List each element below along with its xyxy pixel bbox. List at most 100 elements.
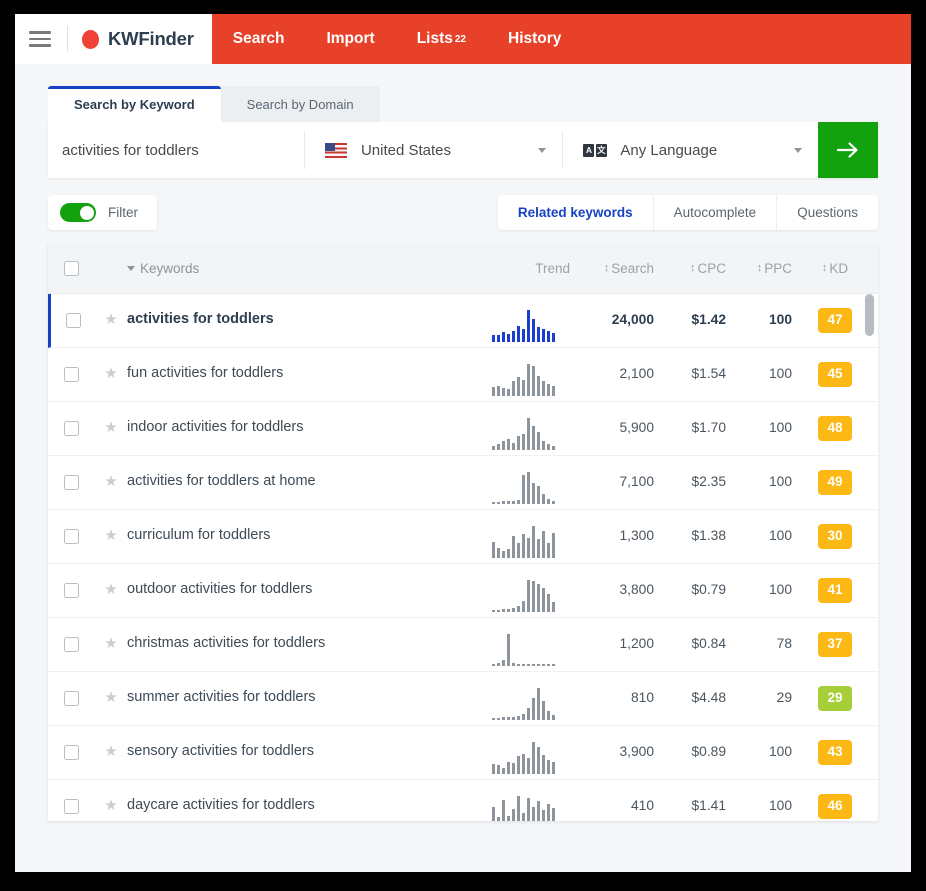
table-row[interactable]: ★ daycare activities for toddlers 410 $1.41… bbox=[48, 780, 878, 821]
row-checkbox-cell bbox=[48, 780, 95, 814]
chevron-down-icon bbox=[538, 147, 547, 153]
table-row[interactable]: ★ outdoor activities for toddlers 3,800 $0.… bbox=[48, 564, 878, 618]
row-checkbox[interactable] bbox=[65, 313, 81, 328]
header-kd[interactable]: ↕ KD bbox=[792, 261, 878, 276]
star-icon[interactable]: ★ bbox=[104, 744, 117, 759]
header-keywords[interactable]: Keywords bbox=[127, 261, 484, 276]
trend-sparkline bbox=[492, 578, 555, 612]
nav-item-search[interactable]: Search bbox=[212, 14, 306, 64]
table-scrollbar[interactable] bbox=[865, 294, 874, 821]
trend-sparkline bbox=[492, 794, 555, 821]
row-checkbox[interactable] bbox=[64, 583, 79, 598]
star-icon[interactable]: ★ bbox=[104, 366, 117, 381]
keyword-input[interactable] bbox=[48, 122, 304, 178]
row-favorite-cell: ★ bbox=[95, 726, 127, 759]
row-checkbox[interactable] bbox=[64, 691, 79, 706]
tab-search-by-domain[interactable]: Search by Domain bbox=[220, 86, 380, 122]
table-scrollbar-thumb[interactable] bbox=[865, 294, 874, 336]
table-row[interactable]: ★ fun activities for toddlers 2,100 $1.54 10… bbox=[48, 348, 878, 402]
search-volume: 810 bbox=[630, 690, 654, 705]
trend-sparkline bbox=[492, 524, 555, 558]
cpc-value: $0.89 bbox=[691, 744, 726, 759]
brand-name: KWFinder bbox=[108, 28, 194, 49]
table-row[interactable]: ★ indoor activities for toddlers 5,900 $1.7… bbox=[48, 402, 878, 456]
star-icon[interactable]: ★ bbox=[104, 582, 117, 597]
hamburger-icon[interactable] bbox=[29, 31, 51, 47]
row-checkbox[interactable] bbox=[64, 367, 79, 382]
table-row[interactable]: ★ sensory activities for toddlers 3,900 $0.… bbox=[48, 726, 878, 780]
ppc-value: 100 bbox=[768, 474, 792, 489]
us-flag-icon bbox=[324, 142, 347, 158]
kd-badge: 49 bbox=[818, 470, 852, 495]
trend-sparkline bbox=[492, 362, 555, 396]
nav-item-history-label: History bbox=[508, 30, 562, 47]
search-submit-button[interactable] bbox=[817, 122, 878, 178]
row-checkbox[interactable] bbox=[64, 421, 79, 436]
header-cpc[interactable]: ↕ CPC bbox=[654, 261, 726, 276]
kd-badge: 48 bbox=[818, 416, 852, 441]
ppc-value: 100 bbox=[768, 420, 792, 435]
row-checkbox[interactable] bbox=[64, 799, 79, 814]
filter-toggle-switch[interactable] bbox=[60, 203, 96, 222]
sort-desc-icon bbox=[127, 266, 135, 271]
cpc-value: $1.38 bbox=[691, 528, 726, 543]
star-icon[interactable]: ★ bbox=[104, 690, 117, 705]
cpc-value: $0.84 bbox=[691, 636, 726, 651]
star-icon[interactable]: ★ bbox=[104, 312, 117, 327]
star-icon[interactable]: ★ bbox=[104, 636, 117, 651]
language-select[interactable]: A文 Any Language bbox=[563, 122, 818, 178]
location-select[interactable]: United States bbox=[305, 122, 562, 178]
nav-item-import-label: Import bbox=[326, 30, 375, 47]
trend-sparkline bbox=[492, 632, 555, 666]
search-panel: Search by Keyword Search by Domain Unite… bbox=[15, 64, 911, 821]
star-icon[interactable]: ★ bbox=[104, 528, 117, 543]
select-all-checkbox[interactable] bbox=[64, 261, 79, 276]
header-keywords-label: Keywords bbox=[140, 261, 200, 276]
star-icon[interactable]: ★ bbox=[104, 474, 117, 489]
table-row[interactable]: ★ curriculum for toddlers 1,300 $1.38 100 30 bbox=[48, 510, 878, 564]
cpc-value: $1.42 bbox=[691, 312, 726, 327]
tab-related-keywords[interactable]: Related keywords bbox=[498, 195, 653, 230]
table-row[interactable]: ★ summer activities for toddlers 810 $4.48 2… bbox=[48, 672, 878, 726]
table-row[interactable]: ★ activities for toddlers at home 7,100 $2.… bbox=[48, 456, 878, 510]
header-ppc[interactable]: ↕ PPC bbox=[726, 261, 792, 276]
table-row[interactable]: ★ activities for toddlers 24,000 $1.42 100 47 bbox=[48, 294, 878, 348]
nav-item-import[interactable]: Import bbox=[305, 14, 395, 64]
row-checkbox[interactable] bbox=[64, 529, 79, 544]
nav-item-history[interactable]: History bbox=[487, 14, 582, 64]
cpc-value: $0.79 bbox=[691, 582, 726, 597]
row-checkbox[interactable] bbox=[64, 745, 79, 760]
tab-autocomplete[interactable]: Autocomplete bbox=[652, 195, 777, 230]
tab-questions[interactable]: Questions bbox=[776, 195, 878, 230]
ppc-value: 100 bbox=[768, 312, 792, 327]
row-checkbox-cell bbox=[48, 456, 95, 490]
search-volume: 2,100 bbox=[619, 366, 654, 381]
filter-toggle[interactable]: Filter bbox=[48, 195, 157, 230]
kd-badge: 29 bbox=[818, 686, 852, 711]
sort-icon-cpc: ↕ bbox=[689, 262, 696, 274]
location-value: United States bbox=[360, 141, 452, 159]
row-checkbox-cell bbox=[48, 402, 95, 436]
select-all-cell bbox=[48, 261, 95, 276]
header-search-label: Search bbox=[611, 261, 654, 276]
row-checkbox-cell bbox=[51, 294, 95, 328]
star-icon[interactable]: ★ bbox=[104, 420, 117, 435]
row-checkbox-cell bbox=[48, 618, 95, 652]
keyword-text: activities for toddlers at home bbox=[127, 473, 316, 489]
nav-item-lists[interactable]: Lists 22 bbox=[396, 14, 487, 64]
row-checkbox-cell bbox=[48, 510, 95, 544]
tab-search-by-keyword[interactable]: Search by Keyword bbox=[48, 86, 221, 122]
tab-autocomplete-label: Autocomplete bbox=[673, 205, 757, 220]
sort-icon-kd: ↕ bbox=[821, 262, 828, 274]
row-checkbox[interactable] bbox=[64, 475, 79, 490]
row-favorite-cell: ★ bbox=[95, 348, 127, 381]
row-checkbox[interactable] bbox=[64, 637, 79, 652]
star-icon[interactable]: ★ bbox=[104, 798, 117, 813]
keyword-text: indoor activities for toddlers bbox=[127, 419, 304, 435]
search-volume: 7,100 bbox=[619, 474, 654, 489]
ppc-value: 100 bbox=[768, 798, 792, 813]
cpc-value: $1.41 bbox=[691, 798, 726, 813]
tab-search-by-domain-label: Search by Domain bbox=[246, 97, 354, 112]
table-row[interactable]: ★ christmas activities for toddlers 1,200 $… bbox=[48, 618, 878, 672]
header-search[interactable]: ↕ Search bbox=[576, 261, 654, 276]
